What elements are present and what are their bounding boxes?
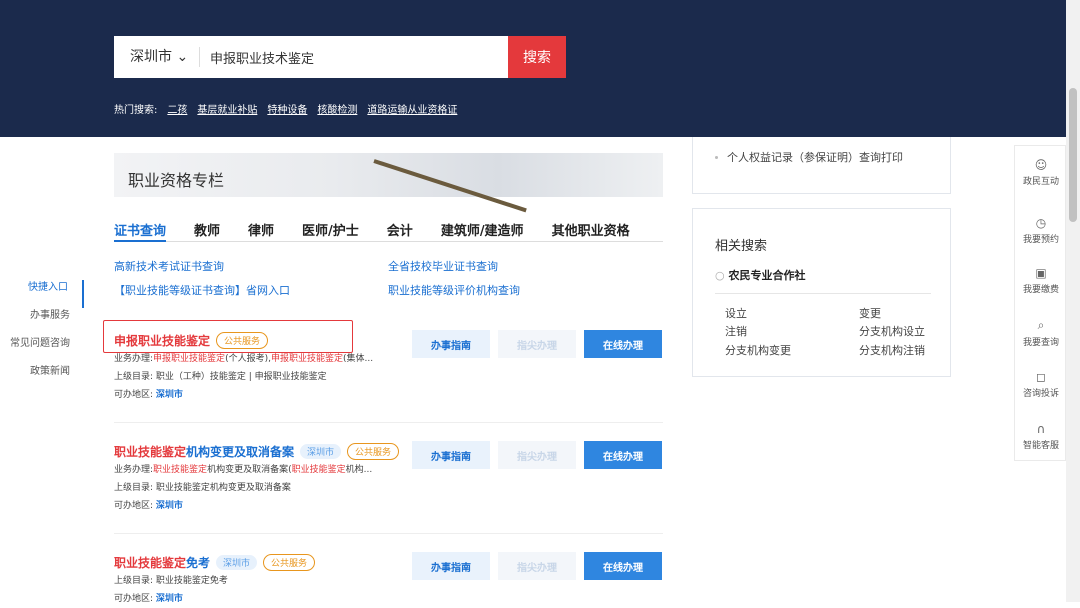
hot-link[interactable]: 核酸检测 — [317, 101, 357, 116]
toolbar-query[interactable]: ⌕ 我要查询 — [1015, 318, 1067, 348]
guide-button[interactable]: 办事指南 — [412, 441, 490, 469]
list-item: 申报职业技能鉴定 公共服务 业务办理:申报职业技能鉴定(个人报考),申报职业技能… — [114, 330, 663, 404]
left-nav: 快捷入口 办事服务 常见问题咨询 政策新闻 — [0, 280, 84, 392]
online-button[interactable]: 在线办理 — [584, 441, 662, 469]
search-input[interactable] — [200, 49, 500, 65]
tag-badge: 公共服务 — [263, 553, 316, 571]
headset-icon: ∩ — [1036, 422, 1046, 436]
hot-link[interactable]: 特种设备 — [267, 101, 307, 116]
item-area: 可办地区: 深圳市 — [114, 501, 183, 511]
link-item[interactable]: 高新技术考试证书查询 — [114, 258, 224, 274]
online-button[interactable]: 在线办理 — [584, 330, 662, 358]
scrollbar[interactable] — [1066, 0, 1080, 602]
toolbar-interaction[interactable]: ☺ 政民互动 — [1015, 158, 1067, 187]
search-box: 深圳市 ⌄ — [114, 36, 508, 78]
search-button[interactable]: 搜索 — [508, 36, 566, 78]
pen-image — [373, 159, 527, 213]
right-toolbar: ☺ 政民互动 ◷ 我要预约 ▣ 我要缴费 ⌕ 我要查询 ◻ 咨询投诉 ∩ 智能客服 — [1014, 145, 1066, 461]
banner-title: 职业资格专栏 — [128, 171, 225, 190]
guide-button[interactable]: 办事指南 — [412, 552, 490, 580]
hot-link[interactable]: 基层就业补贴 — [197, 101, 257, 116]
tab-other[interactable]: 其他职业资格 — [552, 220, 630, 242]
city-badge: 深圳市 — [300, 443, 342, 459]
online-button[interactable]: 在线办理 — [584, 552, 662, 580]
guide-button[interactable]: 办事指南 — [412, 330, 490, 358]
city-selector[interactable]: 深圳市 ⌄ — [114, 47, 200, 67]
divider — [715, 293, 931, 294]
related-link[interactable]: 注销 — [725, 323, 747, 339]
item-area: 可办地区: 深圳市 — [114, 390, 183, 400]
search-icon: ○ — [715, 269, 725, 282]
related-link[interactable]: 分支机构注销 — [859, 342, 925, 358]
nav-quick-entry[interactable]: 快捷入口 — [0, 280, 84, 308]
record-link[interactable]: 个人权益记录（参保证明）查询打印 — [727, 149, 903, 165]
toolbar-payment[interactable]: ▣ 我要缴费 — [1015, 266, 1067, 295]
item-parent: 上级目录: 职业技能鉴定免考 — [114, 576, 228, 586]
hot-link[interactable]: 二孩 — [167, 101, 187, 116]
item-area: 可办地区: 深圳市 — [114, 594, 183, 604]
related-link[interactable]: 变更 — [859, 305, 881, 321]
site-header: 深圳市 ⌄ 搜索 热门搜索: 二孩 基层就业补贴 特种设备 核酸检测 道路运输从… — [0, 0, 1066, 137]
tab-certificate[interactable]: 证书查询 — [114, 220, 167, 242]
link-item[interactable]: 【职业技能等级证书查询】省网入口 — [114, 282, 290, 298]
message-icon: ◻ — [1036, 370, 1046, 384]
related-link[interactable]: 分支机构设立 — [859, 323, 925, 339]
related-keyword[interactable]: ○ 农民专业合作社 — [715, 267, 805, 283]
tab-lawyer[interactable]: 律师 — [248, 220, 274, 242]
fingertip-button[interactable]: 指尖办理 — [498, 552, 576, 580]
nav-services[interactable]: 办事服务 — [0, 308, 84, 336]
payment-icon: ▣ — [1035, 266, 1047, 280]
fingertip-button[interactable]: 指尖办理 — [498, 441, 576, 469]
chat-icon: ☺ — [1034, 158, 1048, 172]
link-item[interactable]: 全省技校毕业证书查询 — [388, 258, 498, 274]
fingertip-button[interactable]: 指尖办理 — [498, 330, 576, 358]
toolbar-appointment[interactable]: ◷ 我要预约 — [1015, 216, 1067, 245]
nav-faq[interactable]: 常见问题咨询 — [0, 336, 84, 364]
city-badge: 深圳市 — [216, 554, 258, 570]
tab-teacher[interactable]: 教师 — [194, 220, 220, 242]
item-business: 业务办理:职业技能鉴定机构变更及取消备案(职业技能鉴定机构... — [114, 465, 373, 475]
divider — [114, 422, 663, 423]
tab-accountant[interactable]: 会计 — [387, 220, 413, 242]
item-parent: 上级目录: 职业技能鉴定机构变更及取消备案 — [114, 483, 291, 493]
related-title: 相关搜索 — [715, 239, 768, 254]
item-parent: 上级目录: 职业（工种）技能鉴定 | 申报职业技能鉴定 — [114, 372, 327, 382]
link-item[interactable]: 职业技能等级评价机构查询 — [388, 282, 520, 298]
scrollbar-thumb[interactable] — [1069, 88, 1077, 222]
related-search-card: 相关搜索 ○ 农民专业合作社 设立 变更 注销 分支机构设立 分支机构变更 分支… — [692, 208, 951, 377]
search-icon: ⌕ — [1037, 318, 1045, 332]
clock-icon: ◷ — [1035, 216, 1047, 230]
hot-searches: 热门搜索: 二孩 基层就业补贴 特种设备 核酸检测 道路运输从业资格证 — [114, 101, 457, 116]
list-item: 职业技能鉴定免考 深圳市 公共服务 上级目录: 职业技能鉴定免考 可办地区: 深… — [114, 552, 663, 608]
toolbar-complaint[interactable]: ◻ 咨询投诉 — [1015, 370, 1067, 399]
tab-architect[interactable]: 建筑师/建造师 — [441, 220, 524, 242]
tag-badge: 公共服务 — [216, 331, 269, 349]
related-link[interactable]: 分支机构变更 — [725, 342, 791, 358]
hot-label: 热门搜索: — [114, 105, 158, 116]
category-tabs: 证书查询 教师 律师 医师/护士 会计 建筑师/建造师 其他职业资格 — [114, 220, 663, 242]
tab-doctor[interactable]: 医师/护士 — [302, 220, 359, 242]
related-link[interactable]: 设立 — [725, 305, 747, 321]
banner: 职业资格专栏 — [114, 153, 663, 213]
item-business: 业务办理:申报职业技能鉴定(个人报考),申报职业技能鉴定(集体... — [114, 354, 374, 364]
hot-link[interactable]: 道路运输从业资格证 — [367, 101, 457, 116]
divider — [114, 533, 663, 534]
list-item: 职业技能鉴定机构变更及取消备案 深圳市 公共服务 业务办理:职业技能鉴定机构变更… — [114, 441, 663, 515]
toolbar-service[interactable]: ∩ 智能客服 — [1015, 422, 1067, 451]
tag-badge: 公共服务 — [347, 442, 400, 460]
nav-news[interactable]: 政策新闻 — [0, 364, 84, 392]
record-card: 个人权益记录（参保证明）查询打印 — [692, 137, 951, 194]
